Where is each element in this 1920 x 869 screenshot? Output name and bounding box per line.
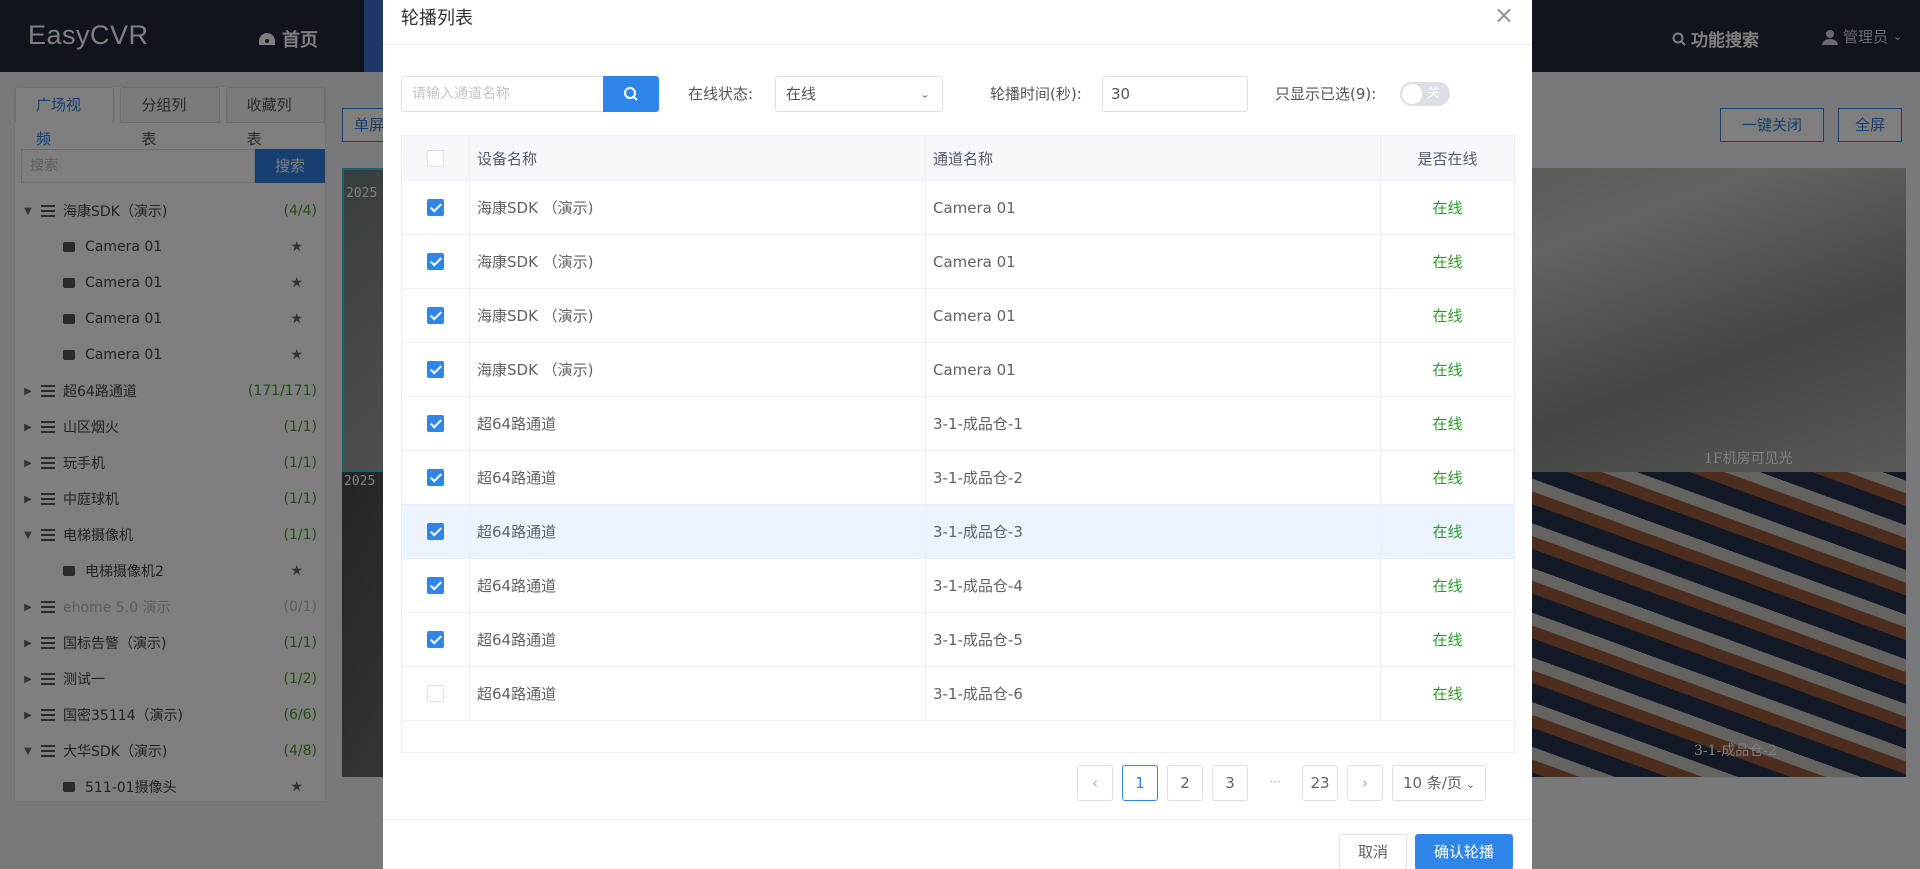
search-icon <box>624 87 638 101</box>
online-status-cell: 在线 <box>1432 307 1463 325</box>
dialog-footer: 取消 确认轮播 <box>383 819 1532 869</box>
table-row[interactable]: 超64路通道 3-1-成品仓-1 在线 <box>402 397 1514 451</box>
channel-name-cell: Camera 01 <box>926 181 1381 234</box>
row-checkbox-cell <box>402 343 470 396</box>
online-status-cell: 在线 <box>1432 469 1463 487</box>
toggle-knob <box>1402 84 1422 104</box>
channel-name-cell: 3-1-成品仓-1 <box>926 397 1381 450</box>
toggle-label: 关 <box>1427 86 1441 101</box>
channel-search-input[interactable]: 请输入通道名称 <box>401 76 604 112</box>
row-checkbox-cell <box>402 505 470 558</box>
row-checkbox[interactable] <box>427 469 444 486</box>
filter-row: 请输入通道名称 在线状态: 在线 ⌄ 轮播时间(秒): 30 只显示已选(9):… <box>401 76 1511 112</box>
row-checkbox-cell <box>402 451 470 504</box>
table-row[interactable]: 海康SDK （演示) Camera 01 在线 <box>402 343 1514 397</box>
page-ellipsis[interactable]: ··· <box>1257 765 1293 801</box>
chevron-down-icon: ⌄ <box>1465 778 1476 791</box>
row-checkbox[interactable] <box>427 577 444 594</box>
table-row[interactable]: 超64路通道 3-1-成品仓-3 在线 <box>402 505 1514 559</box>
channel-name-cell: 3-1-成品仓-4 <box>926 559 1381 612</box>
row-checkbox[interactable] <box>427 253 444 270</box>
page-button[interactable]: 2 <box>1167 765 1203 801</box>
channel-name-cell: Camera 01 <box>926 235 1381 288</box>
row-checkbox-cell <box>402 613 470 666</box>
channel-name-cell: 3-1-成品仓-5 <box>926 613 1381 666</box>
online-status-cell: 在线 <box>1432 577 1463 595</box>
column-online-status[interactable]: 是否在线 <box>1381 136 1514 180</box>
row-checkbox-cell <box>402 289 470 342</box>
row-checkbox-cell <box>402 181 470 234</box>
close-icon[interactable]: × <box>1494 2 1514 28</box>
page-size-select[interactable]: 10 条/页 ⌄ <box>1392 765 1487 801</box>
interval-label: 轮播时间(秒): <box>990 85 1082 103</box>
page-button[interactable]: 23 <box>1302 765 1338 801</box>
device-name-cell: 超64路通道 <box>470 505 926 558</box>
table-row[interactable]: 海康SDK （演示) Camera 01 在线 <box>402 181 1514 235</box>
dialog-title: 轮播列表 <box>401 8 473 29</box>
status-label: 在线状态: <box>688 85 754 103</box>
table-row[interactable]: 超64路通道 3-1-成品仓-5 在线 <box>402 613 1514 667</box>
chevron-down-icon: ⌄ <box>919 87 930 101</box>
channel-search-button[interactable] <box>603 76 659 112</box>
table-row[interactable]: 超64路通道 3-1-成品仓-6 在线 <box>402 667 1514 721</box>
channel-name-cell: Camera 01 <box>926 343 1381 396</box>
confirm-carousel-button[interactable]: 确认轮播 <box>1415 834 1513 869</box>
carousel-list-dialog: 轮播列表 × 请输入通道名称 在线状态: 在线 ⌄ 轮播时间(秒): 30 只显… <box>383 0 1532 869</box>
device-name-cell: 海康SDK （演示) <box>470 289 926 342</box>
table-row[interactable]: 海康SDK （演示) Camera 01 在线 <box>402 235 1514 289</box>
only-selected-toggle[interactable]: 关 <box>1400 82 1450 106</box>
dialog-header: 轮播列表 × <box>383 0 1532 45</box>
row-checkbox[interactable] <box>427 361 444 378</box>
row-checkbox[interactable] <box>427 631 444 648</box>
online-status-cell: 在线 <box>1432 361 1463 379</box>
device-name-cell: 超64路通道 <box>470 613 926 666</box>
online-status-cell: 在线 <box>1432 415 1463 433</box>
row-checkbox-cell <box>402 397 470 450</box>
pagination: ‹ 1 2 3 ··· 23 › 10 条/页 ⌄ <box>1077 765 1487 801</box>
row-checkbox[interactable] <box>427 415 444 432</box>
device-name-cell: 超64路通道 <box>470 397 926 450</box>
row-checkbox[interactable] <box>427 523 444 540</box>
page-button[interactable]: 3 <box>1212 765 1248 801</box>
channel-table: 设备名称 通道名称 是否在线 海康SDK （演示) Camera 01 在线 海康SD… <box>401 135 1515 753</box>
device-name-cell: 海康SDK （演示) <box>470 235 926 288</box>
online-status-cell: 在线 <box>1432 631 1463 649</box>
online-status-cell: 在线 <box>1432 199 1463 217</box>
interval-input[interactable]: 30 <box>1102 76 1248 112</box>
table-row[interactable]: 海康SDK （演示) Camera 01 在线 <box>402 289 1514 343</box>
device-name-cell: 超64路通道 <box>470 451 926 504</box>
table-row[interactable]: 超64路通道 3-1-成品仓-2 在线 <box>402 451 1514 505</box>
device-name-cell: 海康SDK （演示) <box>470 343 926 396</box>
device-name-cell: 超64路通道 <box>470 559 926 612</box>
online-status-cell: 在线 <box>1432 253 1463 271</box>
row-checkbox[interactable] <box>427 307 444 324</box>
column-device-name[interactable]: 设备名称 <box>470 136 926 180</box>
only-selected-label: 只显示已选(9): <box>1275 85 1377 103</box>
channel-name-cell: 3-1-成品仓-6 <box>926 667 1381 720</box>
device-name-cell: 超64路通道 <box>470 667 926 720</box>
row-checkbox[interactable] <box>427 685 444 702</box>
channel-name-cell: 3-1-成品仓-3 <box>926 505 1381 558</box>
channel-name-cell: Camera 01 <box>926 289 1381 342</box>
select-all-checkbox[interactable] <box>427 149 444 167</box>
row-checkbox-cell <box>402 559 470 612</box>
table-header: 设备名称 通道名称 是否在线 <box>402 136 1514 181</box>
table-row[interactable]: 超64路通道 3-1-成品仓-4 在线 <box>402 559 1514 613</box>
device-name-cell: 海康SDK （演示) <box>470 181 926 234</box>
column-channel-name[interactable]: 通道名称 <box>926 136 1381 180</box>
status-select[interactable]: 在线 ⌄ <box>775 76 943 112</box>
prev-page-button[interactable]: ‹ <box>1077 765 1113 801</box>
channel-name-cell: 3-1-成品仓-2 <box>926 451 1381 504</box>
status-select-value: 在线 <box>786 85 817 103</box>
header-checkbox-cell <box>402 136 470 180</box>
row-checkbox-cell <box>402 235 470 288</box>
row-checkbox[interactable] <box>427 199 444 216</box>
next-page-button[interactable]: › <box>1347 765 1383 801</box>
online-status-cell: 在线 <box>1432 685 1463 703</box>
row-checkbox-cell <box>402 667 470 720</box>
page-button[interactable]: 1 <box>1122 765 1158 801</box>
online-status-cell: 在线 <box>1432 523 1463 541</box>
cancel-button[interactable]: 取消 <box>1339 834 1407 869</box>
